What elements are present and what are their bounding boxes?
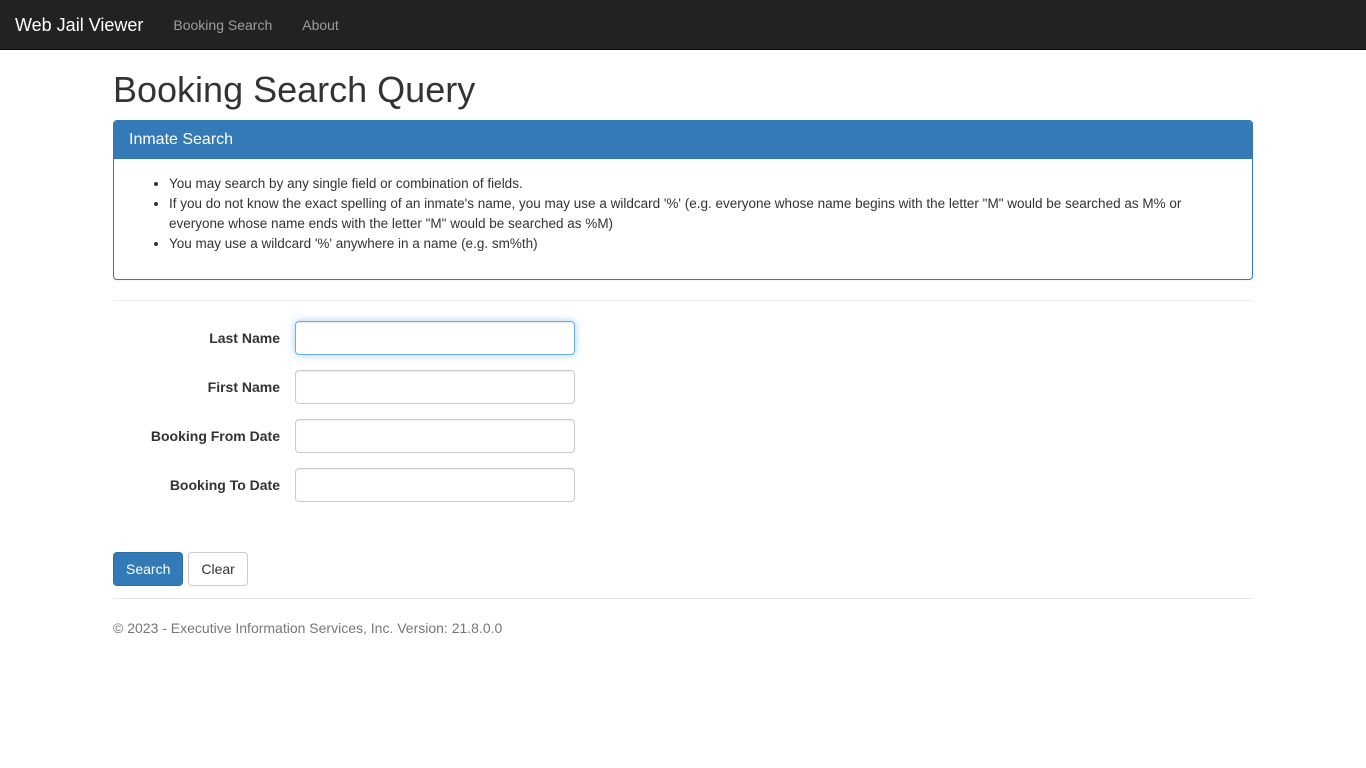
navbar-brand[interactable]: Web Jail Viewer bbox=[0, 0, 158, 50]
navbar-links: Booking Search About bbox=[158, 0, 353, 50]
search-help-list: You may search by any single field or co… bbox=[129, 174, 1237, 254]
list-item: If you do not know the exact spelling of… bbox=[169, 194, 1237, 234]
list-item: You may search by any single field or co… bbox=[169, 174, 1237, 194]
input-col-last-name bbox=[295, 321, 575, 356]
form-group-booking-to-date: Booking To Date bbox=[113, 468, 1253, 503]
last-name-input[interactable] bbox=[295, 321, 575, 356]
booking-search-form: Last Name First Name Booking From Date B… bbox=[113, 321, 1253, 587]
top-navbar: Web Jail Viewer Booking Search About bbox=[0, 0, 1366, 50]
label-last-name: Last Name bbox=[209, 330, 280, 347]
page-title: Booking Search Query bbox=[113, 69, 476, 110]
page-footer: © 2023 - Executive Information Services,… bbox=[113, 598, 1253, 638]
booking-to-date-input[interactable] bbox=[295, 468, 575, 503]
label-booking-to-date: Booking To Date bbox=[169, 477, 280, 494]
input-col-booking-to-date bbox=[295, 468, 575, 503]
booking-from-date-input[interactable] bbox=[295, 419, 575, 454]
nav-link-booking-search[interactable]: Booking Search bbox=[158, 0, 287, 50]
first-name-input[interactable] bbox=[295, 370, 575, 405]
label-booking-from-date: Booking From Date bbox=[150, 428, 280, 445]
form-group-last-name: Last Name bbox=[113, 321, 1253, 356]
panel-heading: Inmate Search bbox=[114, 120, 1252, 160]
inmate-search-panel: Inmate Search You may search by any sing… bbox=[113, 119, 1253, 281]
list-item: You may use a wildcard '%' anywhere in a… bbox=[169, 234, 1237, 254]
section-divider bbox=[113, 300, 1253, 302]
panel-title: Inmate Search bbox=[129, 130, 234, 148]
nav-item-about: About bbox=[287, 0, 354, 50]
footer-copyright: © 2023 - Executive Information Services,… bbox=[113, 620, 503, 637]
form-group-first-name: First Name bbox=[113, 370, 1253, 405]
panel-body: You may search by any single field or co… bbox=[114, 159, 1252, 279]
search-button[interactable]: Search bbox=[113, 552, 184, 587]
form-group-booking-from-date: Booking From Date bbox=[113, 419, 1253, 454]
input-col-booking-from-date bbox=[295, 419, 575, 454]
main-container: Booking Search Query Inmate Search You m… bbox=[98, 70, 1268, 638]
nav-link-about[interactable]: About bbox=[287, 0, 354, 50]
clear-button[interactable]: Clear bbox=[188, 552, 248, 587]
label-first-name: First Name bbox=[207, 379, 280, 396]
input-col-first-name bbox=[295, 370, 575, 405]
form-actions: Search Clear bbox=[113, 552, 1253, 587]
nav-item-booking-search: Booking Search bbox=[158, 0, 287, 50]
